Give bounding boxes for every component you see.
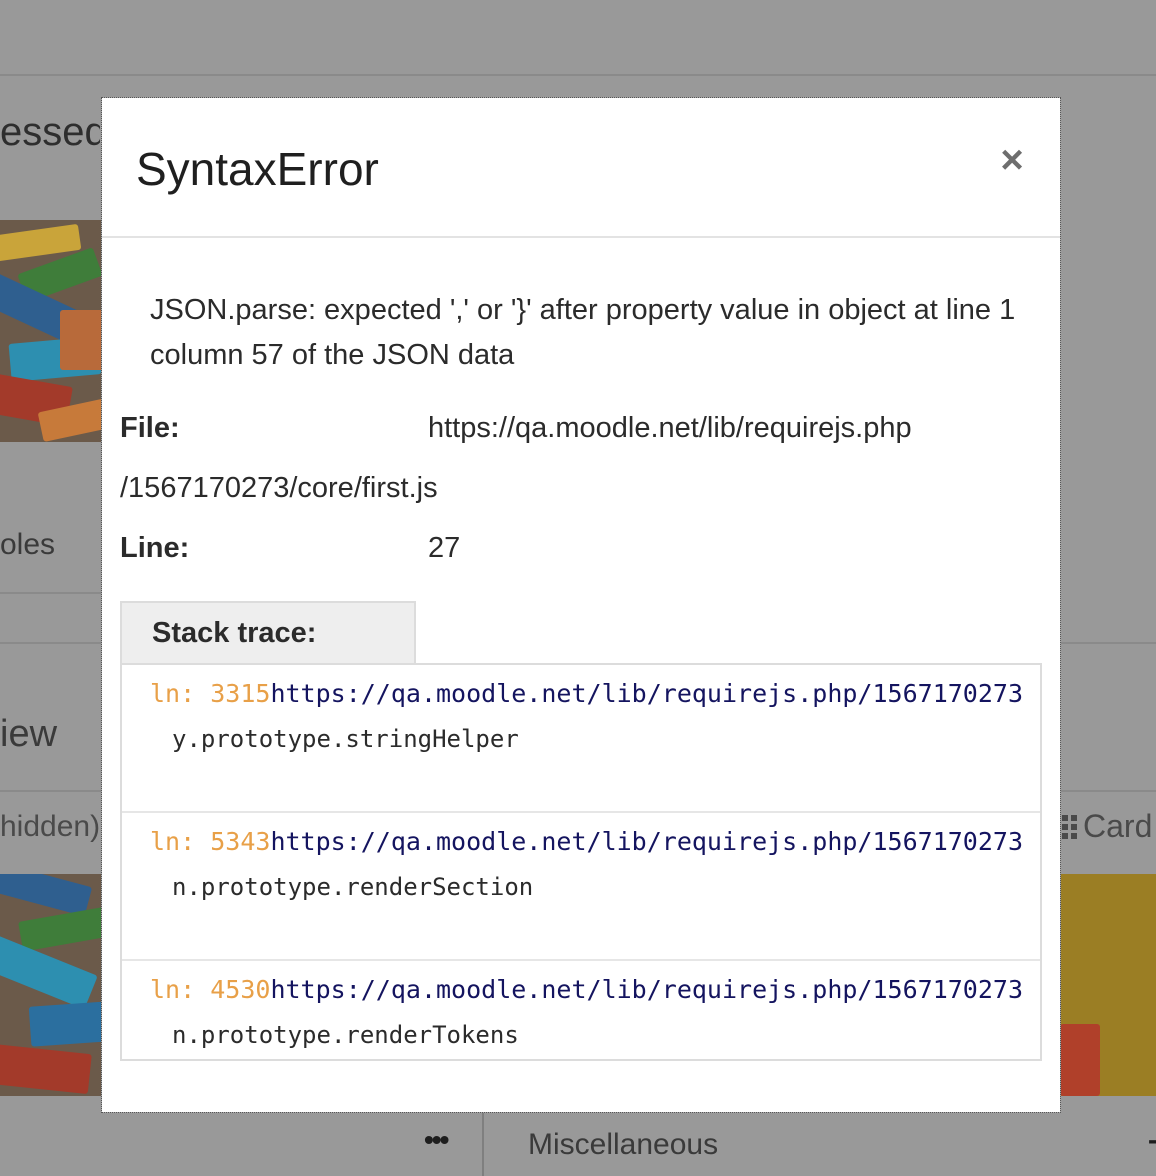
roles-fragment: oles (0, 528, 56, 561)
stack-trace-item: ln: 4530https://qa.moodle.net/lib/requir… (122, 961, 1040, 1059)
course-heading-fragment: essed c (0, 110, 100, 154)
line-prefix: ln: (150, 827, 211, 856)
course-image (0, 220, 102, 442)
grid-icon (1062, 814, 1077, 839)
stack-trace-list[interactable]: ln: 3315https://qa.moodle.net/lib/requir… (120, 663, 1042, 1061)
stack-trace-location: ln: 4530https://qa.moodle.net/lib/requir… (150, 975, 1023, 1004)
header-divider (0, 74, 1156, 76)
card-view-label: Card (1083, 808, 1153, 844)
line-prefix: ln: (150, 975, 211, 1004)
category-label: Miscellaneous (528, 1128, 719, 1161)
stack-trace-item: ln: 5343https://qa.moodle.net/lib/requir… (122, 813, 1040, 961)
card-divider (482, 1112, 484, 1176)
dialog-header: SyntaxError × (102, 98, 1060, 238)
stack-trace-function: n.prototype.renderSection (172, 873, 534, 901)
line-label: Line: (120, 532, 190, 564)
course-image (1060, 874, 1156, 1096)
line-number: 3315 (210, 679, 271, 708)
dialog-title: SyntaxError (136, 143, 379, 195)
more-options-icon[interactable]: ••• (424, 1124, 449, 1156)
stack-trace-url: https://qa.moodle.net/lib/requirejs.php/… (270, 679, 1024, 708)
stack-trace-header: Stack trace: (120, 601, 416, 663)
filter-hidden-fragment: hidden) (0, 810, 100, 843)
stack-trace-function: y.prototype.stringHelper (172, 725, 519, 753)
file-label: File: (120, 412, 180, 444)
stack-trace-url: https://qa.moodle.net/lib/requirejs.php/… (270, 827, 1024, 856)
stack-trace-item: ln: 3315https://qa.moodle.net/lib/requir… (122, 665, 1040, 813)
stack-trace-function: n.prototype.renderTokens (172, 1021, 519, 1049)
stack-trace-location: ln: 5343https://qa.moodle.net/lib/requir… (150, 827, 1023, 856)
stack-trace-url: https://qa.moodle.net/lib/requirejs.php/… (270, 975, 1024, 1004)
line-number: 5343 (210, 827, 271, 856)
course-image (0, 874, 102, 1096)
file-value-continued: /1567170273/core/first.js (120, 472, 438, 504)
more-options-icon[interactable]: - (1148, 1124, 1156, 1156)
error-dialog: SyntaxError × JSON.parse: expected ',' o… (101, 97, 1061, 1113)
card-view-button[interactable]: Card (1062, 808, 1152, 845)
error-message: JSON.parse: expected ',' or '}' after pr… (150, 294, 1016, 371)
overview-fragment: iew (0, 713, 58, 755)
line-value: 27 (428, 532, 461, 564)
line-prefix: ln: (150, 679, 211, 708)
stack-trace-location: ln: 3315https://qa.moodle.net/lib/requir… (150, 679, 1023, 708)
line-number: 4530 (210, 975, 271, 1004)
section-divider (0, 592, 102, 594)
close-icon[interactable]: × (994, 140, 1030, 180)
file-value: https://qa.moodle.net/lib/requirejs.php (428, 412, 912, 444)
